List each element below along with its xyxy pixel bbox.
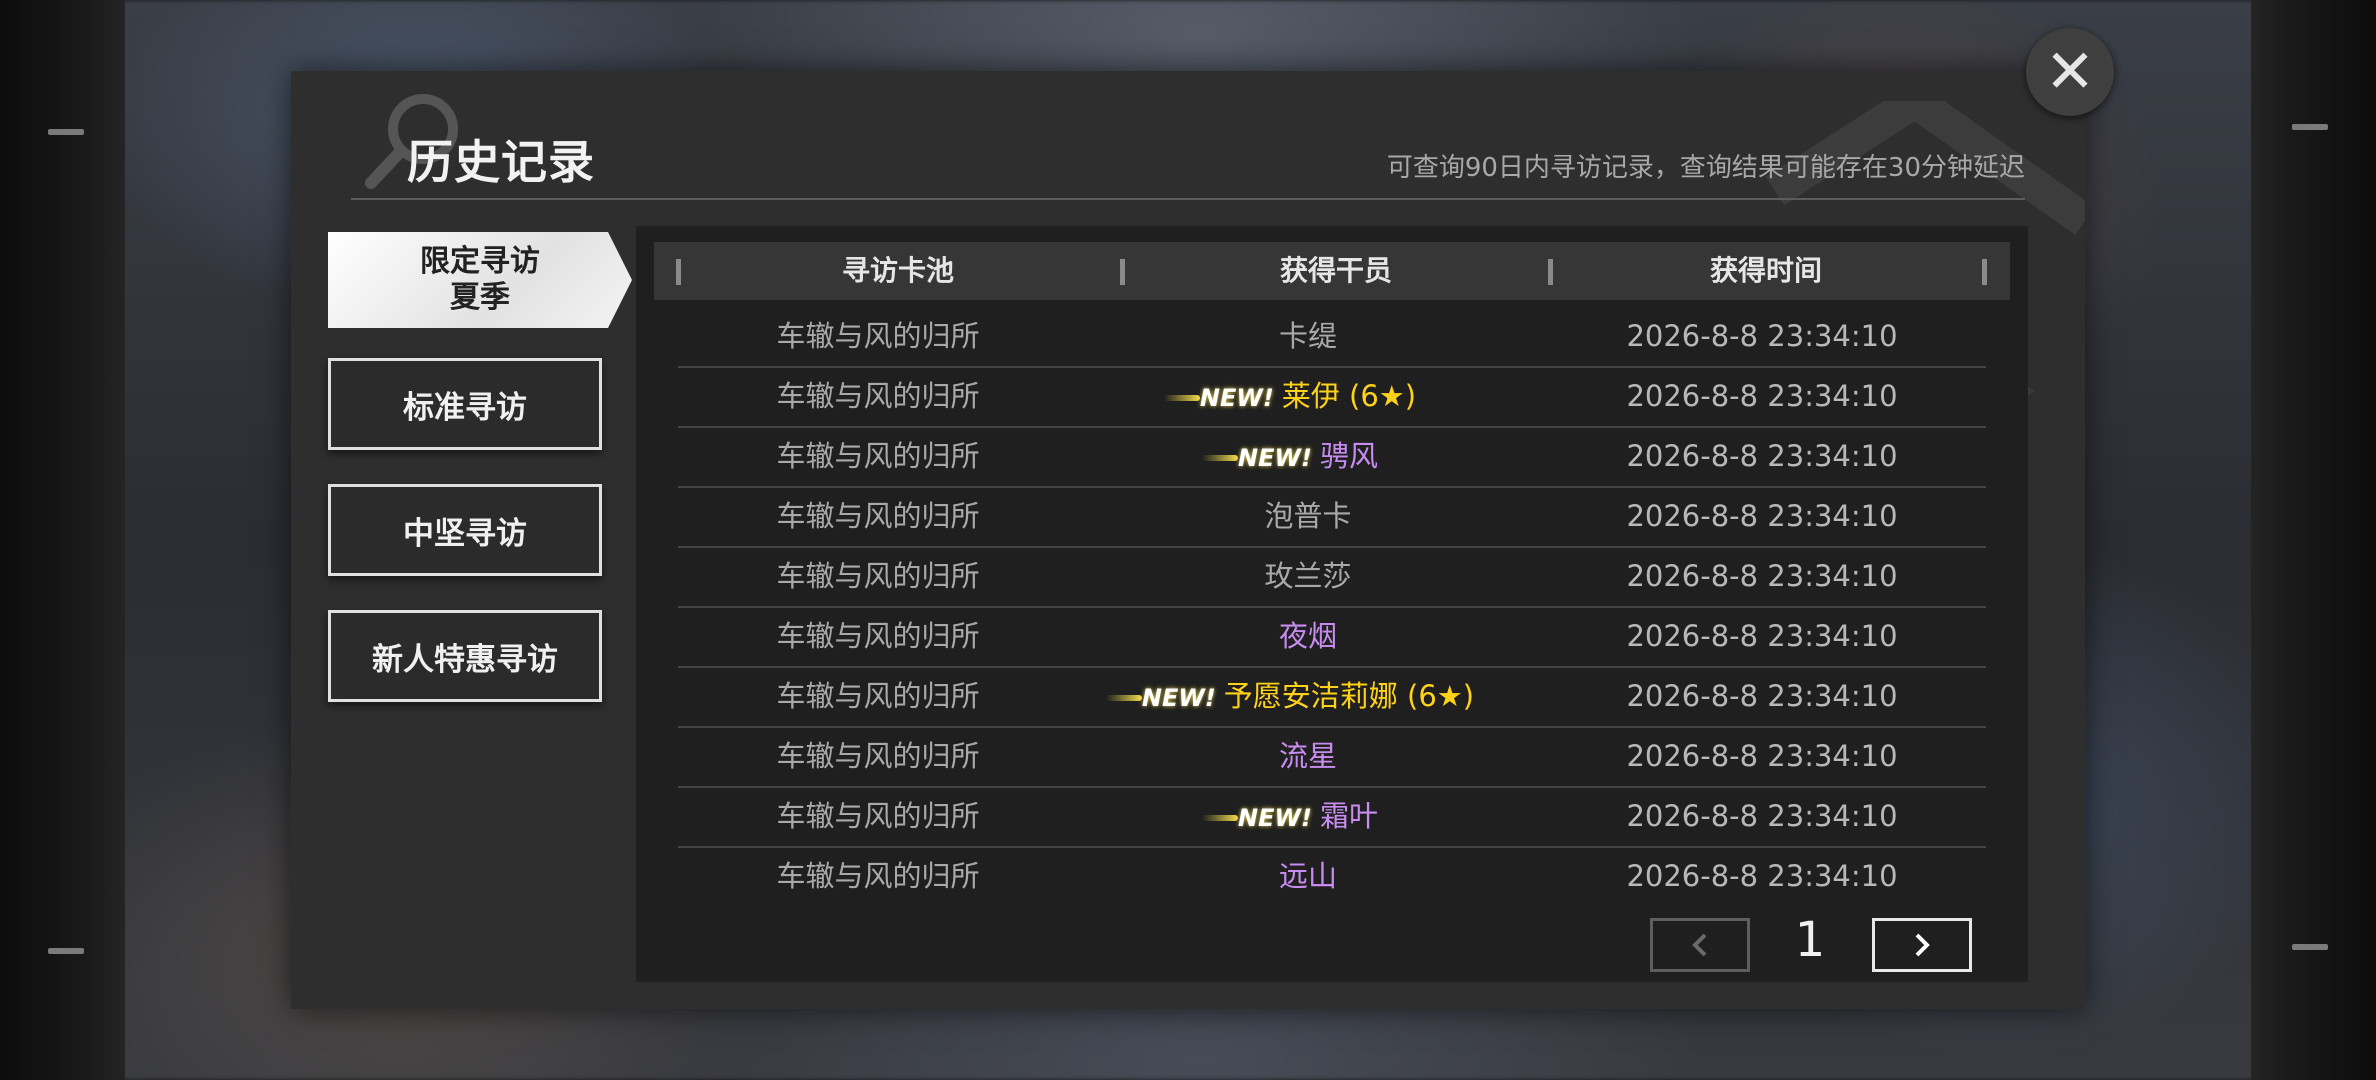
table-row: 车辙与风的归所 卡缇 2026-8-8 23:34:10 xyxy=(678,306,1986,368)
table-row: 车辙与风的归所 远山 2026-8-8 23:34:10 xyxy=(678,846,1986,906)
operator-name: 骋风 xyxy=(1319,439,1378,473)
pool-cell: 车辙与风的归所 xyxy=(776,379,980,413)
chevron-right-icon xyxy=(1915,933,1930,957)
time-cell: 2026-8-8 23:34:10 xyxy=(1626,559,1898,593)
new-badge: NEW! xyxy=(1202,428,1312,488)
frame-notch xyxy=(48,129,84,135)
operator-name: 卡缇 xyxy=(1278,319,1337,353)
tab-core[interactable]: 中坚寻访 xyxy=(328,484,602,576)
operator-name: 泡普卡 xyxy=(1264,499,1352,533)
page-number: 1 xyxy=(1794,912,1826,968)
header-separator xyxy=(1982,259,1987,285)
pool-cell: 车辙与风的归所 xyxy=(776,859,980,893)
operator-name: 夜烟 xyxy=(1278,619,1337,653)
tab-label-line2: 夏季 xyxy=(450,280,510,315)
pool-cell: 车辙与风的归所 xyxy=(776,319,980,353)
prev-page-button[interactable] xyxy=(1650,918,1750,972)
operator-name: 予愿安洁莉娜 (6★) xyxy=(1223,679,1475,713)
operator-cell: NEW! 予愿安洁莉娜 (6★) xyxy=(1078,666,1538,726)
table-row: 车辙与风的归所 流星 2026-8-8 23:34:10 xyxy=(678,726,1986,788)
operator-name: 莱伊 (6★) xyxy=(1281,379,1417,413)
tab-label-line1: 限定寻访 xyxy=(420,244,540,279)
time-cell: 2026-8-8 23:34:10 xyxy=(1626,799,1898,833)
operator-name: 远山 xyxy=(1278,859,1337,893)
operator-cell: 夜烟 xyxy=(1078,606,1538,666)
time-cell: 2026-8-8 23:34:10 xyxy=(1626,499,1898,533)
title-divider xyxy=(351,198,2025,200)
close-icon: ✕ xyxy=(2044,37,2096,107)
table-row: 车辙与风的归所 NEW! 骋风 2026-8-8 23:34:10 xyxy=(678,426,1986,488)
operator-cell: 玫兰莎 xyxy=(1078,546,1538,606)
history-table: 寻访卡池 获得干员 获得时间 车辙与风的归所 卡缇 2026-8-8 23:34:1… xyxy=(636,226,2028,982)
pool-cell: 车辙与风的归所 xyxy=(776,499,980,533)
header-pool: 寻访卡池 xyxy=(841,254,954,287)
chevron-left-icon xyxy=(1692,933,1707,957)
page-title: 历史记录 xyxy=(407,135,595,189)
operator-cell: 远山 xyxy=(1078,846,1538,906)
pool-cell: 车辙与风的归所 xyxy=(776,799,980,833)
pool-cell: 车辙与风的归所 xyxy=(776,439,980,473)
close-button[interactable]: ✕ xyxy=(2026,28,2114,116)
frame-notch xyxy=(2292,944,2328,950)
time-cell: 2026-8-8 23:34:10 xyxy=(1626,439,1898,473)
pool-cell: 车辙与风的归所 xyxy=(776,739,980,773)
new-badge: NEW! xyxy=(1202,788,1312,848)
pool-cell: 车辙与风的归所 xyxy=(776,619,980,653)
table-header: 寻访卡池 获得干员 获得时间 xyxy=(654,242,2010,300)
table-row: 车辙与风的归所 NEW! 予愿安洁莉娜 (6★) 2026-8-8 23:34:10 xyxy=(678,666,1986,728)
header-time: 获得时间 xyxy=(1709,254,1822,287)
time-cell: 2026-8-8 23:34:10 xyxy=(1626,319,1898,353)
tab-label: 新人特惠寻访 xyxy=(372,641,558,678)
frame-notch xyxy=(48,948,84,954)
table-row: 车辙与风的归所 泡普卡 2026-8-8 23:34:10 xyxy=(678,486,1986,548)
tab-label: 中坚寻访 xyxy=(403,515,527,552)
pool-cell: 车辙与风的归所 xyxy=(776,679,980,713)
tab-newbie[interactable]: 新人特惠寻访 xyxy=(328,610,602,702)
operator-cell: NEW! 霜叶 xyxy=(1078,786,1538,846)
operator-name: 霜叶 xyxy=(1319,799,1378,833)
time-cell: 2026-8-8 23:34:10 xyxy=(1626,679,1898,713)
operator-name: 流星 xyxy=(1278,739,1337,773)
new-badge: NEW! xyxy=(1163,368,1274,428)
time-cell: 2026-8-8 23:34:10 xyxy=(1626,859,1898,893)
operator-cell: NEW! 骋风 xyxy=(1078,426,1538,486)
time-cell: 2026-8-8 23:34:10 xyxy=(1626,739,1898,773)
tab-limited-summer[interactable]: 限定寻访 夏季 xyxy=(328,232,632,328)
operator-name: 玫兰莎 xyxy=(1264,559,1352,593)
operator-cell: NEW! 莱伊 (6★) xyxy=(1078,366,1538,426)
new-badge: NEW! xyxy=(1105,668,1216,728)
operator-cell: 泡普卡 xyxy=(1078,486,1538,546)
operator-cell: 卡缇 xyxy=(1078,306,1538,366)
table-row: 车辙与风的归所 夜烟 2026-8-8 23:34:10 xyxy=(678,606,1986,668)
query-hint: 可查询90日内寻访记录，查询结果可能存在30分钟延迟 xyxy=(1386,153,2025,183)
table-row: 车辙与风的归所 NEW! 霜叶 2026-8-8 23:34:10 xyxy=(678,786,1986,848)
header-operator: 获得干员 xyxy=(1279,254,1392,287)
operator-cell: 流星 xyxy=(1078,726,1538,786)
tab-label: 标准寻访 xyxy=(403,389,527,426)
left-frame xyxy=(0,0,125,1080)
frame-notch xyxy=(2292,124,2328,130)
pool-cell: 车辙与风的归所 xyxy=(776,559,980,593)
table-row: 车辙与风的归所 玫兰莎 2026-8-8 23:34:10 xyxy=(678,546,1986,608)
time-cell: 2026-8-8 23:34:10 xyxy=(1626,379,1898,413)
right-frame xyxy=(2251,0,2376,1080)
time-cell: 2026-8-8 23:34:10 xyxy=(1626,619,1898,653)
tab-standard[interactable]: 标准寻访 xyxy=(328,358,602,450)
table-row: 车辙与风的归所 NEW! 莱伊 (6★) 2026-8-8 23:34:10 xyxy=(678,366,1986,428)
next-page-button[interactable] xyxy=(1872,918,1972,972)
